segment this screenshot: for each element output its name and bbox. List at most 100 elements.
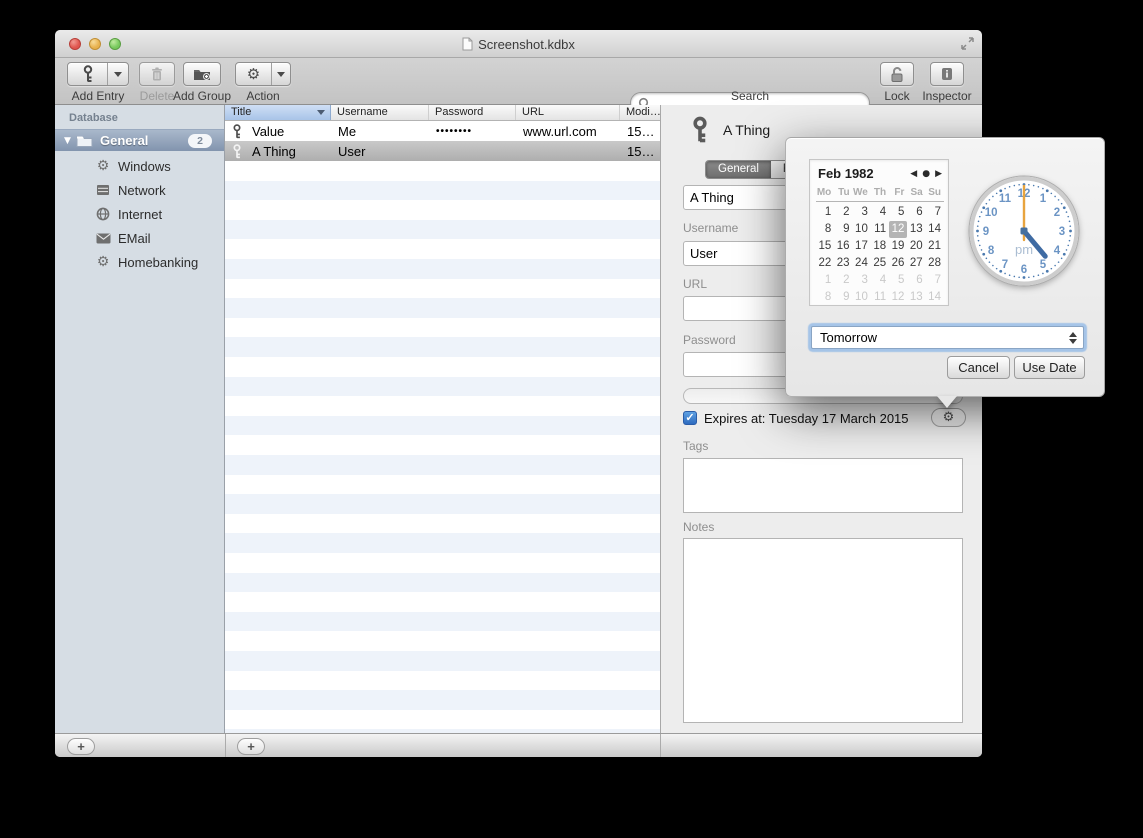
calendar-day[interactable]: 15 bbox=[816, 238, 834, 255]
toolbar: Add Entry Delete Add Group ⚙ bbox=[55, 58, 982, 105]
calendar-day[interactable]: 18 bbox=[871, 238, 889, 255]
sidebar-item-windows[interactable]: ⚙ Windows bbox=[55, 154, 224, 178]
calendar-day[interactable]: 6 bbox=[907, 272, 925, 289]
calendar-day[interactable]: 6 bbox=[907, 204, 925, 221]
calendar-day[interactable]: 11 bbox=[871, 221, 889, 238]
disclosure-triangle-icon[interactable]: ▼ bbox=[64, 136, 76, 146]
sidebar-item-email[interactable]: EMail bbox=[55, 226, 224, 250]
calendar-day[interactable]: 27 bbox=[907, 255, 925, 272]
resize-icon[interactable] bbox=[960, 36, 975, 51]
calendar-day[interactable]: 23 bbox=[834, 255, 852, 272]
calendar-day[interactable]: 13 bbox=[907, 221, 925, 238]
calendar-day[interactable]: 28 bbox=[926, 255, 944, 272]
table-empty-row bbox=[225, 435, 660, 455]
action-button[interactable]: ⚙ bbox=[235, 62, 291, 86]
lock-button[interactable] bbox=[880, 62, 914, 86]
calendar-day[interactable]: 13 bbox=[907, 289, 925, 306]
sidebar: Database ▼ General 2 ⚙ Windows bbox=[55, 105, 225, 733]
calendar-day[interactable]: 24 bbox=[853, 255, 871, 272]
password-label: Password bbox=[683, 333, 736, 347]
use-date-button[interactable]: Use Date bbox=[1014, 356, 1085, 379]
calendar-day[interactable]: 7 bbox=[926, 204, 944, 221]
calendar-day[interactable]: 2 bbox=[834, 272, 852, 289]
table-empty-row bbox=[225, 514, 660, 534]
column-header-title[interactable]: Title bbox=[225, 105, 331, 120]
calendar-weekday: Fr bbox=[889, 187, 907, 198]
calendar-next-button[interactable]: ▶ bbox=[935, 169, 942, 179]
sidebar-item-internet[interactable]: Internet bbox=[55, 202, 224, 226]
date-preset-select[interactable]: Tomorrow bbox=[811, 326, 1084, 349]
notes-label: Notes bbox=[683, 520, 714, 534]
calendar-day[interactable]: 5 bbox=[889, 204, 907, 221]
sidebar-group-general[interactable]: ▼ General 2 bbox=[55, 129, 224, 151]
calendar-weekday: Mo bbox=[816, 187, 834, 198]
title-bar[interactable]: Screenshot.kdbx bbox=[55, 30, 982, 58]
key-icon bbox=[232, 144, 242, 159]
calendar-today-button[interactable]: ● bbox=[922, 169, 930, 179]
table-row[interactable]: Value Me •••••••• www.url.com 15… bbox=[225, 121, 660, 141]
column-header-password[interactable]: Password bbox=[429, 105, 516, 120]
calendar-day[interactable]: 9 bbox=[834, 221, 852, 238]
gear-icon: ⚙ bbox=[95, 159, 111, 173]
tags-label: Tags bbox=[683, 439, 708, 453]
sidebar-item-homebanking[interactable]: ⚙ Homebanking bbox=[55, 250, 224, 274]
stepper-icon bbox=[1067, 327, 1079, 348]
calendar-day[interactable]: 3 bbox=[853, 204, 871, 221]
calendar-day[interactable]: 9 bbox=[834, 289, 852, 306]
calendar-day[interactable]: 12 bbox=[889, 289, 907, 306]
cancel-button[interactable]: Cancel bbox=[947, 356, 1010, 379]
column-header-modified[interactable]: Modi… bbox=[620, 105, 660, 120]
inspector-label: Inspector bbox=[915, 89, 979, 103]
analog-clock: 123456789101112pm bbox=[968, 175, 1080, 287]
calendar-day[interactable]: 22 bbox=[816, 255, 834, 272]
calendar-day[interactable]: 14 bbox=[926, 221, 944, 238]
calendar-day[interactable]: 8 bbox=[816, 289, 834, 306]
calendar-day[interactable]: 21 bbox=[926, 238, 944, 255]
calendar-day[interactable]: 16 bbox=[834, 238, 852, 255]
column-header-username[interactable]: Username bbox=[331, 105, 429, 120]
add-group-plus-button[interactable]: + bbox=[67, 738, 95, 755]
calendar-weekday: Th bbox=[871, 187, 889, 198]
calendar-day[interactable]: 17 bbox=[853, 238, 871, 255]
calendar-day[interactable]: 20 bbox=[907, 238, 925, 255]
add-entry-plus-button[interactable]: + bbox=[237, 738, 265, 755]
add-group-button[interactable] bbox=[183, 62, 221, 86]
calendar-day[interactable]: 26 bbox=[889, 255, 907, 272]
calendar-day[interactable]: 10 bbox=[853, 221, 871, 238]
chevron-down-icon bbox=[114, 72, 122, 77]
calendar-day[interactable]: 12 bbox=[889, 221, 907, 238]
table-row-selected[interactable]: A Thing User 15… bbox=[225, 141, 660, 161]
calendar-prev-button[interactable]: ◀ bbox=[910, 169, 917, 179]
calendar-day[interactable]: 14 bbox=[926, 289, 944, 306]
calendar-day[interactable]: 1 bbox=[816, 204, 834, 221]
column-header-url[interactable]: URL bbox=[516, 105, 620, 120]
calendar-day[interactable]: 5 bbox=[889, 272, 907, 289]
calendar-day[interactable]: 25 bbox=[871, 255, 889, 272]
key-icon bbox=[232, 124, 242, 139]
add-entry-button[interactable] bbox=[67, 62, 129, 86]
svg-text:2: 2 bbox=[1054, 207, 1060, 219]
svg-text:9: 9 bbox=[983, 226, 989, 238]
table-empty-row bbox=[225, 690, 660, 710]
calendar-day[interactable]: 11 bbox=[871, 289, 889, 306]
calendar-day[interactable]: 3 bbox=[853, 272, 871, 289]
notes-field[interactable] bbox=[683, 538, 963, 723]
calendar-day[interactable]: 4 bbox=[871, 272, 889, 289]
delete-button[interactable] bbox=[139, 62, 175, 86]
key-icon bbox=[691, 115, 709, 145]
calendar-day[interactable]: 19 bbox=[889, 238, 907, 255]
tab-general[interactable]: General bbox=[706, 161, 771, 178]
inspector-button[interactable] bbox=[930, 62, 964, 86]
expires-checkbox[interactable]: ✓ bbox=[683, 411, 697, 425]
sidebar-item-network[interactable]: Network bbox=[55, 178, 224, 202]
calendar-day[interactable]: 1 bbox=[816, 272, 834, 289]
calendar-day[interactable]: 4 bbox=[871, 204, 889, 221]
expires-gear-button[interactable]: ⚙ bbox=[931, 408, 966, 427]
calendar-day[interactable]: 8 bbox=[816, 221, 834, 238]
sidebar-group-label: General bbox=[100, 133, 148, 148]
calendar-day[interactable]: 10 bbox=[853, 289, 871, 306]
calendar-day[interactable]: 7 bbox=[926, 272, 944, 289]
username-label: Username bbox=[683, 221, 738, 235]
tags-field[interactable] bbox=[683, 458, 963, 513]
calendar-day[interactable]: 2 bbox=[834, 204, 852, 221]
